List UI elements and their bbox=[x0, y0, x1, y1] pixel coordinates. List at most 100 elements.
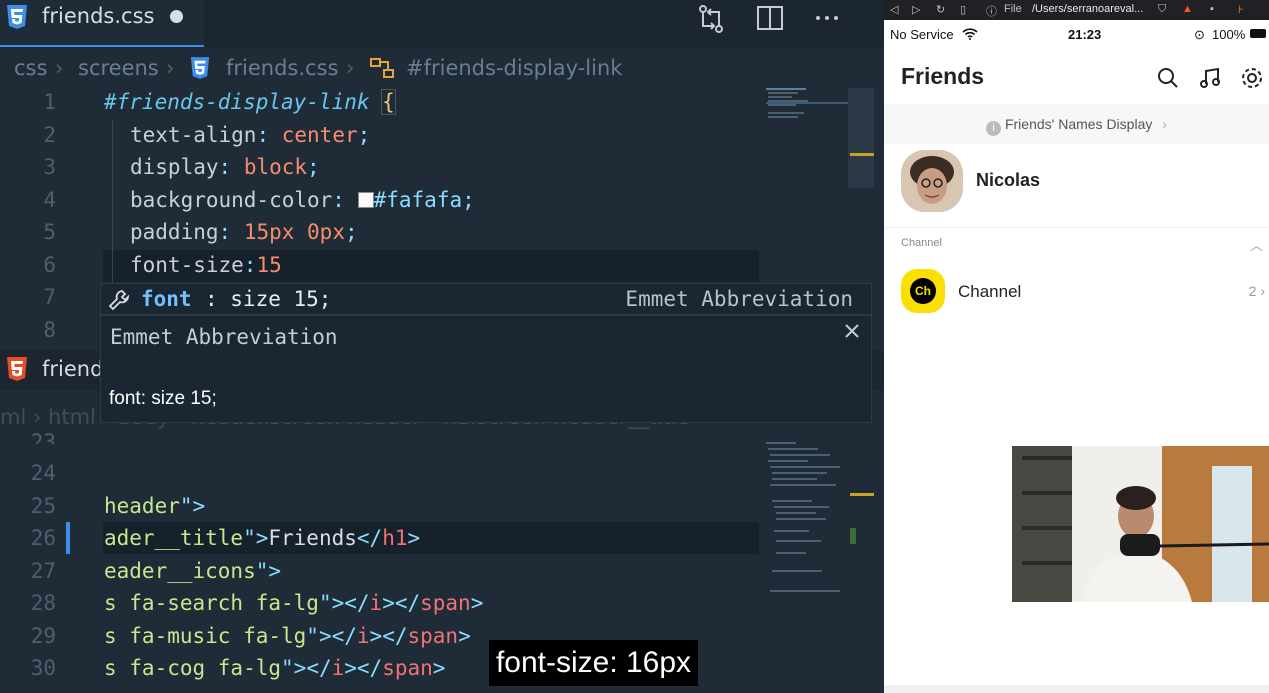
code-line: s fa-search fa-lg"></i></span> bbox=[104, 591, 483, 615]
breadcrumb-selector[interactable]: #friends-display-link bbox=[406, 56, 622, 80]
semicolon: ; bbox=[344, 220, 358, 244]
css-value: 15px 0px bbox=[243, 220, 345, 244]
suggestion-rest: : size 15; bbox=[205, 287, 332, 311]
code-editor: friends.css css › screens › friends.css … bbox=[0, 0, 884, 693]
section-header: Channel bbox=[901, 237, 942, 249]
video-caption: font-size: 16px bbox=[489, 640, 698, 686]
code-line: text-align: center; bbox=[130, 123, 370, 147]
css-property: font-size bbox=[130, 253, 244, 277]
colon: : bbox=[332, 188, 345, 212]
scrollbar-marker bbox=[850, 528, 856, 544]
code-token: span bbox=[382, 656, 433, 680]
channel-row[interactable]: Ch Channel 2 › bbox=[884, 266, 1269, 318]
breadcrumb-file[interactable]: friends.css bbox=[226, 56, 338, 80]
chevron-up-icon[interactable]: ︿ bbox=[1250, 235, 1263, 254]
my-profile-row[interactable]: Nicolas bbox=[884, 144, 1269, 228]
css-value: 15 bbox=[256, 253, 282, 277]
breadcrumb: css › screens › friends.css › #friends-d… bbox=[0, 48, 884, 88]
scrollbar[interactable] bbox=[848, 88, 874, 188]
modified-line-gutter bbox=[66, 522, 70, 554]
code-token: Friends bbox=[268, 526, 357, 550]
extension-icon[interactable]: ▪ bbox=[1210, 3, 1214, 15]
channel-name: Channel bbox=[958, 282, 1022, 301]
forward-icon[interactable]: ▷ bbox=[912, 3, 920, 16]
more-icon[interactable] bbox=[810, 2, 844, 36]
presenter-video bbox=[1012, 446, 1269, 602]
phone-status-bar: No Service 21:23 ⊙ 100% bbox=[884, 22, 1269, 48]
chevron-right-icon: › bbox=[1162, 116, 1167, 132]
line-number: 1 bbox=[43, 90, 56, 114]
breadcrumb-separator: › bbox=[166, 56, 175, 80]
music-icon[interactable] bbox=[1198, 66, 1222, 90]
code-line: #friends-display-link { bbox=[104, 89, 396, 115]
line-number: 23 bbox=[30, 430, 56, 444]
colon: : bbox=[218, 220, 232, 244]
color-swatch[interactable] bbox=[357, 192, 374, 208]
compare-icon[interactable] bbox=[694, 2, 728, 36]
line-number: 7 bbox=[43, 285, 56, 309]
extension-icon[interactable]: ⊦ bbox=[1238, 3, 1244, 16]
colon: : bbox=[218, 155, 232, 179]
editor-tab-bar: friends.css bbox=[0, 0, 884, 47]
shield-icon[interactable]: ⛉ bbox=[1158, 3, 1166, 16]
code-line: s fa-cog fa-lg"></i></span> bbox=[104, 656, 445, 680]
friends-display-link[interactable]: i Friends' Names Display › bbox=[884, 104, 1269, 144]
semicolon: ; bbox=[357, 123, 371, 147]
tab-label[interactable]: friend bbox=[42, 357, 103, 381]
breadcrumb-screens[interactable]: screens bbox=[78, 56, 159, 80]
css-selector: #friends-display-link bbox=[104, 90, 370, 114]
css3-icon bbox=[190, 57, 210, 79]
suggestion-type: Emmet Abbreviation bbox=[625, 287, 853, 311]
search-icon[interactable] bbox=[1156, 66, 1180, 90]
close-icon[interactable] bbox=[843, 322, 861, 340]
css-property: padding bbox=[130, 220, 219, 244]
code-line: s fa-music fa-lg"></i></span> bbox=[104, 624, 471, 648]
unsaved-dot-icon[interactable] bbox=[170, 10, 183, 23]
url-path[interactable]: /Users/serranoareval... bbox=[1032, 3, 1143, 15]
channel-logo-text: Ch bbox=[910, 278, 936, 304]
reload-icon[interactable]: ↻ bbox=[936, 3, 945, 16]
code-line: header"> bbox=[104, 494, 205, 518]
code-token: > bbox=[470, 591, 484, 615]
line-number: 3 bbox=[43, 155, 56, 179]
selector-symbol-icon bbox=[370, 58, 394, 78]
code-token: i bbox=[369, 591, 383, 615]
code-token: ></ bbox=[369, 624, 408, 648]
code-token: > bbox=[432, 656, 446, 680]
brave-rewards-icon[interactable]: ▲ bbox=[1182, 3, 1193, 15]
wifi-icon bbox=[962, 28, 978, 40]
line-number: 27 bbox=[30, 559, 56, 583]
minimap[interactable] bbox=[762, 86, 848, 120]
semicolon: ; bbox=[462, 188, 475, 212]
line-number: 25 bbox=[30, 494, 56, 518]
code-token: ader__title bbox=[104, 526, 244, 550]
bookmark-icon[interactable]: ▯ bbox=[960, 3, 966, 16]
code-line: eader__icons"> bbox=[104, 559, 281, 583]
split-editor-icon[interactable] bbox=[753, 2, 787, 36]
breadcrumb-css[interactable]: css bbox=[14, 56, 47, 80]
code-token: "> bbox=[179, 494, 206, 518]
info-icon: ⓘ bbox=[986, 6, 997, 18]
battery-icon bbox=[1250, 29, 1266, 38]
open-brace: { bbox=[381, 89, 396, 115]
tab-friends-css[interactable]: friends.css bbox=[0, 0, 204, 47]
code-token: </ bbox=[306, 656, 332, 680]
indent-guide bbox=[112, 120, 113, 285]
battery-percent: 100% bbox=[1212, 27, 1246, 42]
link-label: Friends' Names Display bbox=[1004, 116, 1153, 132]
code-token: s fa-music fa-lg bbox=[104, 624, 307, 648]
line-number: 24 bbox=[30, 461, 56, 485]
html5-icon bbox=[7, 357, 27, 381]
minimap[interactable] bbox=[762, 440, 848, 600]
autocomplete-suggestion[interactable]: font : size 15; Emmet Abbreviation bbox=[100, 283, 872, 315]
profile-name: Nicolas bbox=[976, 170, 1041, 190]
gear-icon[interactable] bbox=[1240, 66, 1264, 90]
back-icon[interactable]: ◁ bbox=[890, 3, 898, 16]
scrollbar-marker bbox=[850, 493, 874, 496]
css-property: text-align bbox=[130, 123, 257, 147]
channel-logo-icon: Ch bbox=[901, 269, 945, 313]
css-value: block bbox=[243, 155, 308, 179]
line-number: 4 bbox=[43, 188, 56, 212]
code-token: h1 bbox=[382, 526, 408, 550]
code-token: i bbox=[331, 656, 345, 680]
